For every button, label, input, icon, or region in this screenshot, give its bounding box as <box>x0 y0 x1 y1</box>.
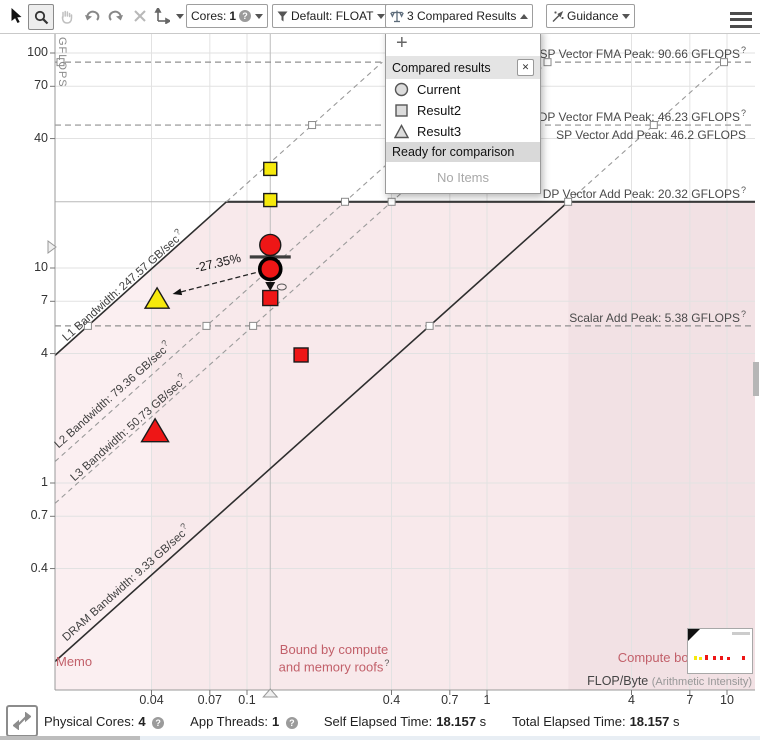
cores-caret-icon <box>255 13 264 19</box>
ready-for-comparison-header: Ready for comparison <box>386 142 540 162</box>
cores-help-icon[interactable]: ? <box>239 10 252 22</box>
vertical-scrollbar-thumb[interactable] <box>753 362 759 396</box>
roof-handle[interactable] <box>425 321 434 330</box>
cancel-icon[interactable] <box>128 4 152 28</box>
cores-label: Cores: <box>191 9 227 23</box>
roof-label: DP Vector FMA Peak: 46.23 GFLOPS? <box>538 108 746 125</box>
minimap[interactable] <box>687 628 753 674</box>
zoom-tool-icon[interactable] <box>28 4 54 30</box>
compare-scales-icon <box>390 10 404 23</box>
roof-handle[interactable] <box>340 197 349 206</box>
data-point[interactable] <box>263 161 278 177</box>
zone-label-memory-bound: Memo <box>56 654 93 669</box>
result3-triangle-icon <box>394 124 409 139</box>
compared-results-label: 3 Compared Results <box>407 9 517 23</box>
export-caret-icon[interactable] <box>176 14 184 19</box>
guidance-dropdown[interactable]: Guidance <box>546 4 636 28</box>
roof-label: SP Vector FMA Peak: 90.66 GFLOPS? <box>539 45 746 62</box>
roof-handle[interactable] <box>249 321 258 330</box>
roof-label: Scalar Add Peak: 5.38 GFLOPS? <box>569 308 746 325</box>
compared-results-header: Compared results ✕ <box>386 56 540 79</box>
filter-dropdown[interactable]: Default: FLOAT <box>272 4 391 28</box>
guidance-label: Guidance <box>567 9 619 23</box>
cores-value: 1 <box>229 9 237 23</box>
filter-funnel-icon <box>277 11 288 21</box>
zone-label-mixed-line1: Bound by compute <box>279 642 389 657</box>
y-axis-title: GFLOPS <box>56 37 68 88</box>
minimap-caption <box>732 632 750 635</box>
redo-icon[interactable] <box>104 4 128 28</box>
select-cursor-icon[interactable] <box>4 4 28 28</box>
result2-square-icon <box>395 104 408 117</box>
x-axis-subtitle: (Arithmetic Intensity) <box>651 676 752 688</box>
data-point[interactable] <box>293 347 309 363</box>
close-icon[interactable]: ✕ <box>517 59 534 76</box>
data-point[interactable] <box>262 289 279 307</box>
data-point[interactable] <box>259 233 282 257</box>
data-point[interactable] <box>257 256 283 282</box>
bandwidth-line-ext <box>226 61 383 203</box>
roof-label: SP Vector Add Peak: 46.2 GFLOPS <box>556 128 746 143</box>
compared-results-panel: + Compared results ✕ Current Result2 Res… <box>385 29 541 194</box>
pan-tool-icon[interactable] <box>54 4 78 28</box>
compared-caret-up-icon <box>520 13 529 19</box>
toolbar: Cores: 1 ? Default: FLOAT 3 Compared Res… <box>0 0 760 34</box>
roof-handle[interactable] <box>202 321 211 330</box>
data-point[interactable] <box>263 192 278 208</box>
compared-item-result2[interactable]: Result2 <box>386 100 540 121</box>
guidance-wand-icon <box>552 10 564 22</box>
roof-label: DP Vector Add Peak: 20.32 GFLOPS? <box>542 184 746 201</box>
filter-label: Default: FLOAT <box>291 9 374 23</box>
undo-icon[interactable] <box>80 4 104 28</box>
cores-dropdown[interactable]: Cores: 1 ? <box>186 4 269 28</box>
export-axes-icon[interactable] <box>150 4 174 28</box>
compared-results-dropdown[interactable]: 3 Compared Results <box>385 4 534 28</box>
compared-item-result3[interactable]: Result3 <box>386 121 540 142</box>
roof-handle[interactable] <box>387 197 396 206</box>
zone-label-mixed-line2: and memory roofs? <box>278 658 390 675</box>
menu-icon[interactable] <box>730 8 752 31</box>
roof-handle[interactable] <box>308 121 317 130</box>
guidance-caret-icon <box>622 13 631 19</box>
no-items-label: No Items <box>436 170 489 185</box>
minimap-corner-icon <box>688 629 700 641</box>
current-circle-icon <box>394 82 409 97</box>
compared-item-current[interactable]: Current <box>386 79 540 100</box>
x-axis-title: FLOP/Byte (Arithmetic Intensity) <box>587 674 752 688</box>
